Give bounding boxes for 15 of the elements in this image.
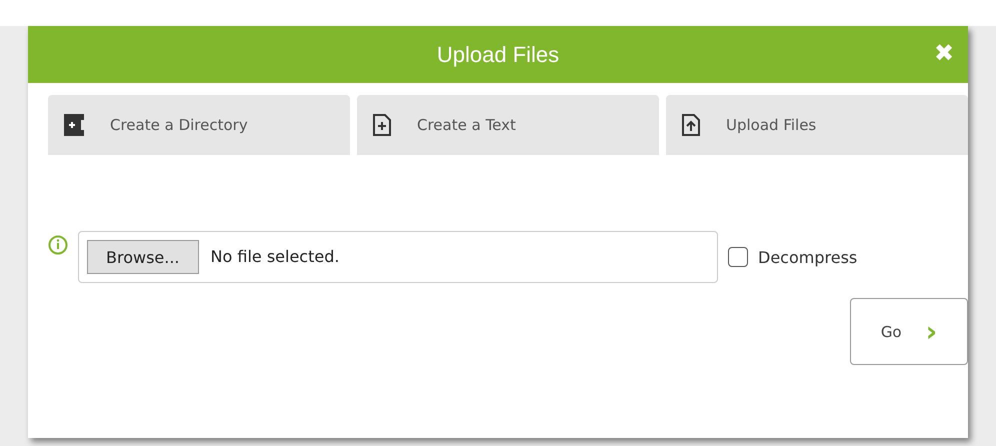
dialog-title: Upload Files [436,42,560,68]
file-plus-icon [373,114,391,136]
tab[interactable]: Create a Directory [48,95,350,155]
caret-icon: › [926,318,938,346]
checkbox-label: Decompress [758,248,858,266]
go-button[interactable]: Go › [850,298,968,365]
tab[interactable]: Create a Text [357,95,659,155]
info-icon [48,235,68,255]
file-upload-icon [682,114,700,136]
tab[interactable]: Upload Files [666,95,968,155]
file-status: No file selected. [210,246,340,268]
folder-plus-icon [64,114,84,136]
file-input-field[interactable]: Browse... No file selected. [78,231,718,283]
browse-button[interactable]: Browse... [87,240,199,274]
decompress-checkbox[interactable] [728,247,748,267]
